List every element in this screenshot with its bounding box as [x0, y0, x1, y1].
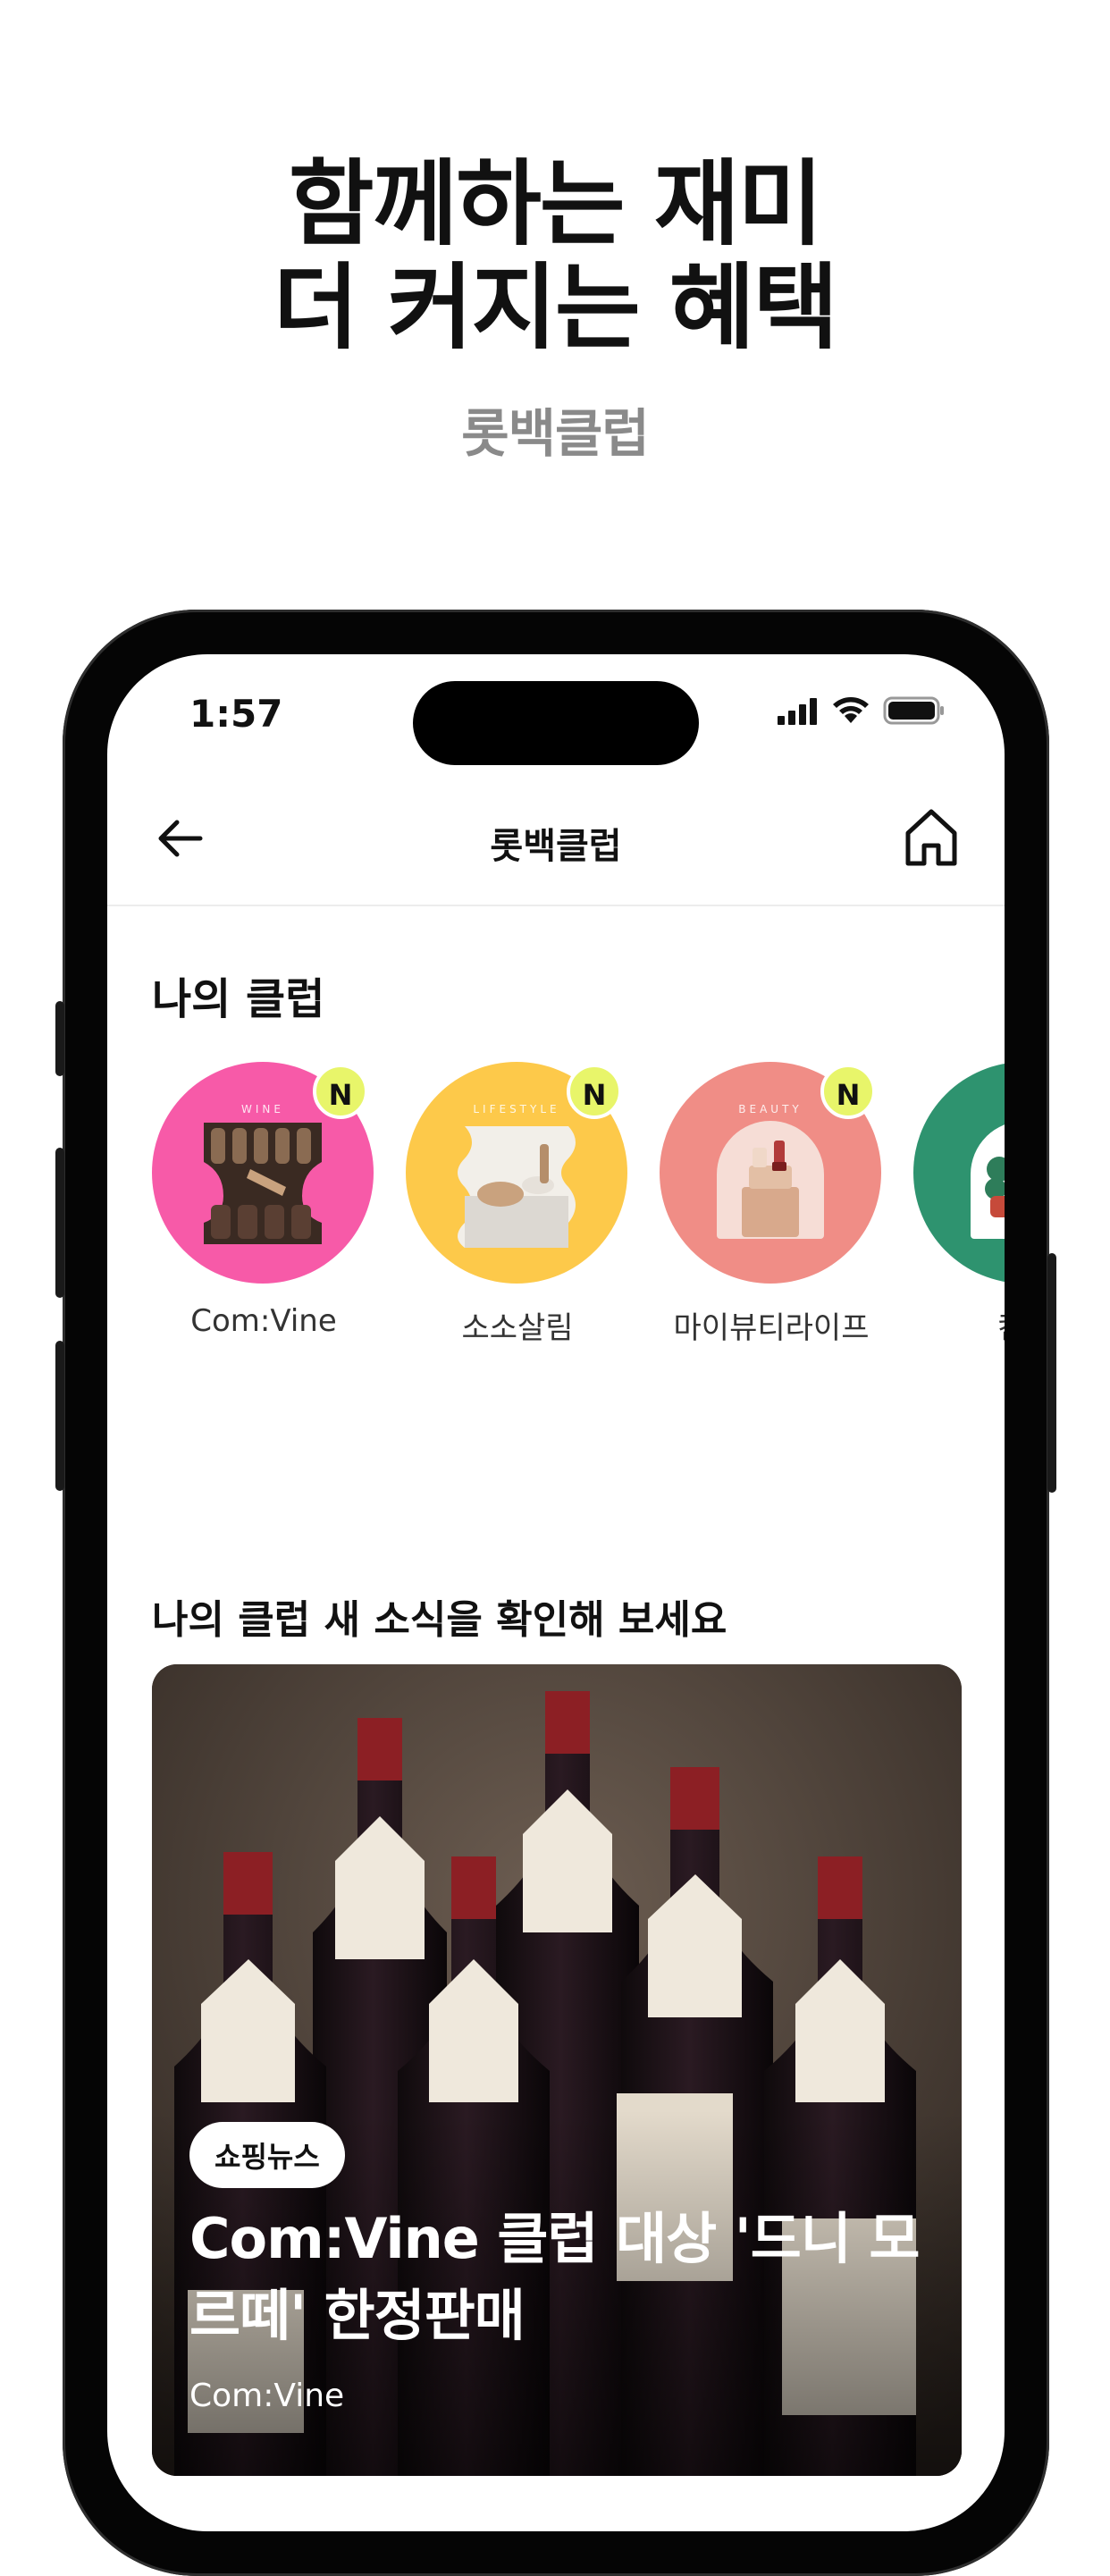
status-time: 1:57	[189, 692, 283, 736]
power-button	[1047, 1253, 1056, 1493]
news-source: Com:Vine	[189, 2378, 345, 2414]
promo-headline-line2: 더 커지는 혜택	[273, 253, 839, 362]
wifi-icon	[833, 697, 869, 723]
volume-up-button	[55, 1148, 64, 1298]
my-clubs-title: 나의 클럽	[152, 974, 325, 1024]
phone-frame: 1:57 롯백클럽 나의 클럽 N WINE Com:Vine N LIFEST…	[55, 610, 1056, 2576]
app-screen: 1:57 롯백클럽 나의 클럽 N WINE Com:Vine N LIFEST…	[107, 654, 1005, 2531]
club-item-kinder[interactable]: 킨더	[913, 1062, 1005, 1347]
my-clubs-list: N WINE Com:Vine N LIFESTYLE 소소살림 N BEAUT…	[152, 1062, 1005, 1348]
top-nav-bar: 롯백클럽	[107, 770, 1005, 906]
club-name: 마이뷰티라이프	[673, 1310, 870, 1346]
status-icons	[776, 695, 946, 726]
battery-icon	[883, 696, 944, 725]
club-news-title: 나의 클럽 새 소식을 확인해 보세요	[152, 1597, 727, 1643]
club-name: Com:Vine	[190, 1303, 337, 1339]
signal-icon	[778, 698, 817, 725]
news-tag: 쇼핑뉴스	[189, 2122, 345, 2188]
club-item-mybeautylife[interactable]: N BEAUTY 마이뷰티라이프	[660, 1062, 883, 1347]
home-icon[interactable]	[903, 806, 960, 869]
dynamic-island	[413, 681, 699, 765]
promo-subtitle: 롯백클럽	[461, 403, 649, 464]
new-badge: N	[567, 1064, 622, 1119]
kids-image	[985, 1157, 1005, 1217]
news-card[interactable]: 쇼핑뉴스 Com:Vine 클럽 대상 '드니 모르떼' 한정판매 Com:Vi…	[152, 1664, 962, 2476]
promo-headline: 함께하는 재미 더 커지는 혜택	[0, 152, 1110, 359]
club-image	[913, 1062, 1005, 1284]
club-name: 킨더	[913, 1303, 1005, 1347]
club-item-comvine[interactable]: N WINE Com:Vine	[152, 1062, 375, 1339]
volume-down-button	[55, 1341, 64, 1491]
nav-title: 롯백클럽	[490, 826, 622, 867]
new-badge: N	[820, 1064, 876, 1119]
promo-headline-line1: 함께하는 재미	[288, 149, 823, 258]
new-badge: N	[313, 1064, 368, 1119]
club-name: 소소살림	[461, 1310, 574, 1346]
news-headline: Com:Vine 클럽 대상 '드니 모르떼' 한정판매	[189, 2206, 920, 2348]
club-item-sososallim[interactable]: N LIFESTYLE 소소살림	[406, 1062, 629, 1347]
action-button	[55, 1001, 64, 1076]
